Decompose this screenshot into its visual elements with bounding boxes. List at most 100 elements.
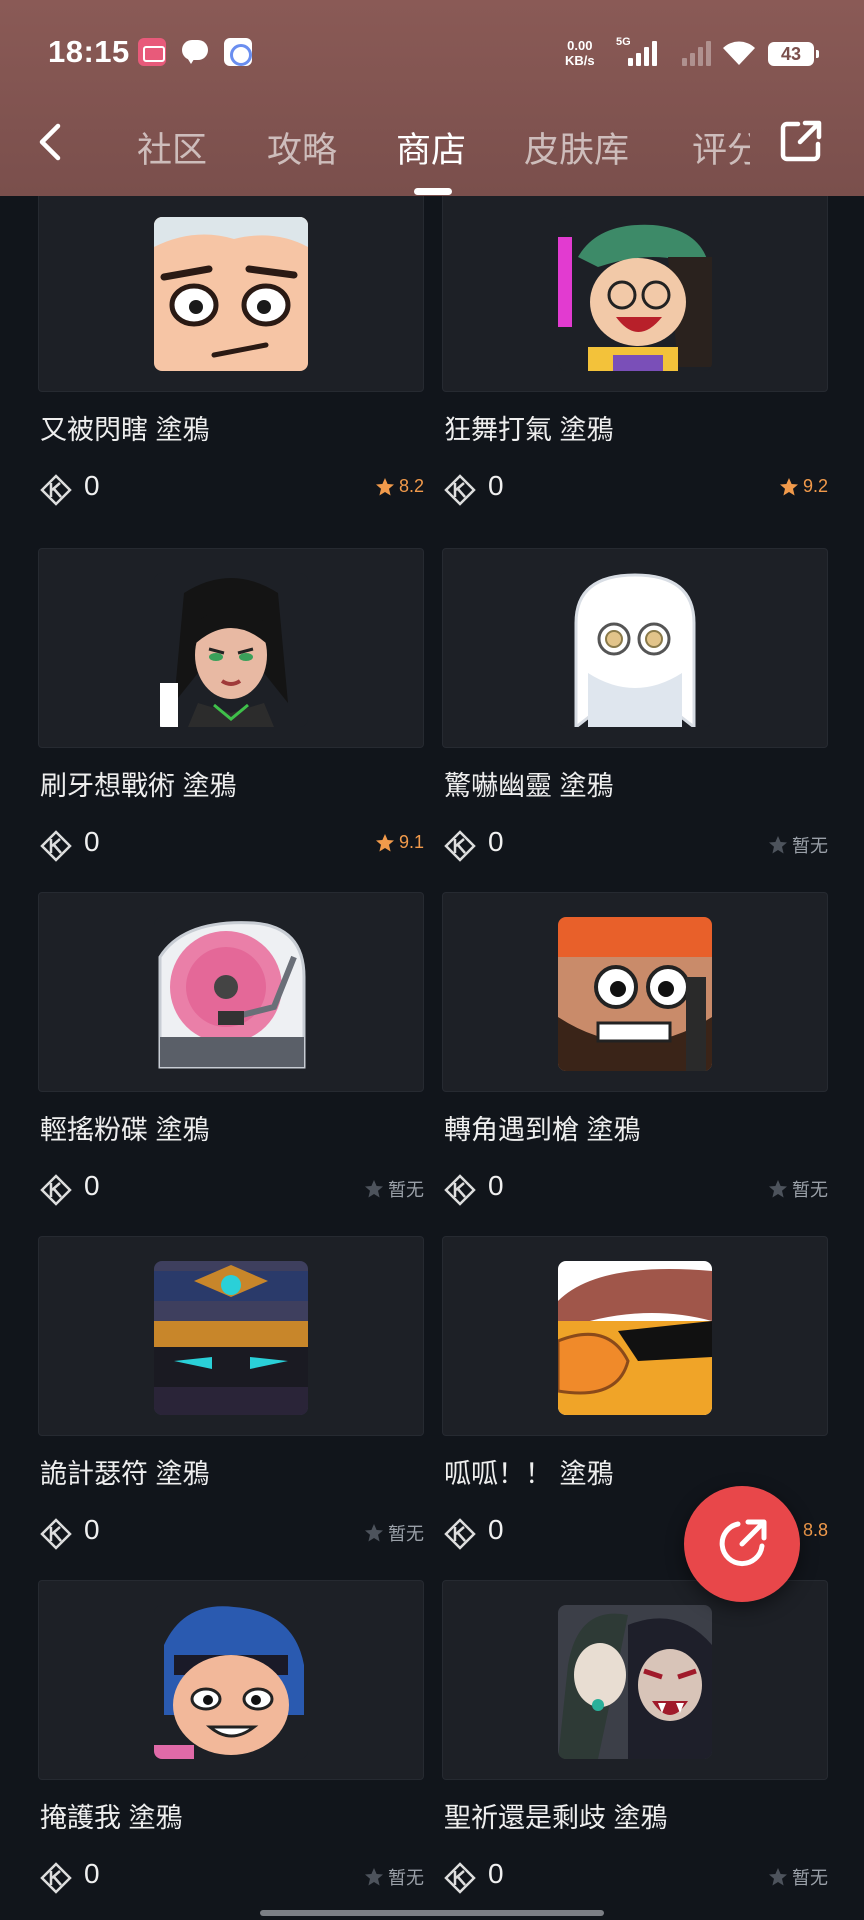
item-name: 驚嚇幽靈 塗鴉	[444, 771, 614, 801]
star-icon	[769, 1180, 787, 1198]
item-rating: 8.2	[375, 476, 424, 497]
item-rating: 暂无	[768, 1864, 828, 1890]
currency-icon	[444, 1518, 476, 1550]
star-icon	[375, 833, 394, 851]
item-thumbnail-frame	[38, 892, 424, 1092]
item-thumbnail-frame	[442, 1580, 828, 1780]
item-thumbnail-frame	[442, 548, 828, 748]
external-link-icon[interactable]	[778, 118, 824, 164]
currency-icon	[40, 474, 72, 506]
rating-value: 8.8	[802, 1520, 828, 1540]
spray-art-bearded	[558, 917, 712, 1071]
item-rating: 暂无	[768, 1176, 828, 1202]
item-thumbnail-frame	[442, 892, 828, 1092]
spray-art-viper	[154, 573, 308, 727]
rating-value: 暂无	[792, 836, 828, 856]
spray-art-ghost	[558, 573, 712, 727]
active-tab-indicator	[414, 188, 452, 195]
status-time: 18:15	[48, 34, 130, 69]
currency-icon	[444, 1862, 476, 1894]
rating-value: 暂无	[388, 1524, 424, 1544]
app-notification-icon	[224, 38, 252, 66]
app-header: 18:15 0.00 KB/s 5G 43 社区 攻略 商店 皮肤库 评分	[0, 0, 864, 196]
rating-value: 暂无	[792, 1180, 828, 1200]
item-name: 呱呱！！ 塗鴉	[444, 1459, 614, 1489]
share-arrow-icon	[719, 1519, 767, 1567]
item-thumbnail-frame	[38, 1236, 424, 1436]
rating-value: 9.1	[398, 832, 424, 852]
net-speed: 0.00 KB/s	[565, 38, 595, 68]
item-price: 0	[488, 1858, 504, 1889]
spray-art-flashed	[154, 217, 308, 371]
home-indicator[interactable]	[260, 1910, 604, 1916]
tab-community[interactable]: 社区	[137, 122, 207, 173]
item-price: 0	[488, 1514, 504, 1545]
spray-art-girl	[154, 1605, 308, 1759]
item-name: 掩護我 塗鴉	[40, 1803, 183, 1833]
rating-value: 暂无	[388, 1180, 424, 1200]
item-name: 又被閃瞎 塗鴉	[40, 415, 210, 445]
item-name: 詭計瑟符 塗鴉	[40, 1459, 210, 1489]
back-arrow-icon[interactable]	[30, 120, 74, 164]
item-price: 0	[488, 826, 504, 857]
signal-strength-icon	[628, 40, 657, 66]
item-name: 狂舞打氣 塗鴉	[444, 415, 614, 445]
item-rating: 暂无	[364, 1176, 424, 1202]
item-price: 0	[84, 470, 100, 501]
wifi-icon	[723, 41, 755, 65]
star-icon	[365, 1180, 383, 1198]
star-icon	[769, 1868, 787, 1886]
currency-icon	[40, 1862, 72, 1894]
currency-icon	[40, 1174, 72, 1206]
item-name: 輕搖粉碟 塗鴉	[40, 1115, 210, 1145]
item-thumbnail-frame	[442, 196, 828, 392]
item-price: 0	[84, 1170, 100, 1201]
item-price: 0	[488, 1170, 504, 1201]
item-name: 刷牙想戰術 塗鴉	[40, 771, 237, 801]
item-name: 轉角遇到槍 塗鴉	[444, 1115, 641, 1145]
tab-guides[interactable]: 攻略	[267, 122, 337, 173]
item-rating: 暂无	[364, 1520, 424, 1546]
battery-icon: 43	[768, 42, 819, 66]
status-bar: 18:15 0.00 KB/s 5G 43	[0, 0, 864, 100]
currency-icon	[444, 830, 476, 862]
currency-icon	[444, 474, 476, 506]
item-price: 0	[84, 826, 100, 857]
item-thumbnail-frame	[38, 548, 424, 748]
secondary-signal-icon	[682, 40, 711, 66]
tab-ratings[interactable]: 评分	[692, 122, 750, 173]
top-nav: 社区 攻略 商店 皮肤库 评分	[0, 100, 864, 196]
share-fab-button[interactable]	[684, 1486, 800, 1602]
item-rating: 暂无	[364, 1864, 424, 1890]
spray-art-dancer	[558, 217, 712, 371]
item-thumbnail-frame	[38, 196, 424, 392]
item-thumbnail-frame	[442, 1236, 828, 1436]
item-name: 聖祈還是剩歧 塗鴉	[444, 1803, 668, 1833]
tab-bar: 社区 攻略 商店 皮肤库 评分	[130, 100, 750, 196]
item-thumbnail-frame	[38, 1580, 424, 1780]
star-icon	[769, 836, 787, 854]
rating-value: 暂无	[388, 1868, 424, 1888]
spray-art-vampire	[558, 1605, 712, 1759]
rating-value: 8.2	[398, 476, 424, 496]
tab-store[interactable]: 商店	[396, 122, 466, 173]
currency-icon	[444, 1174, 476, 1206]
spray-art-turntable	[154, 917, 308, 1071]
item-rating: 9.2	[779, 476, 828, 497]
item-rating: 暂无	[768, 832, 828, 858]
store-item-grid: 又被閃瞎 塗鴉 0 8.2 狂舞打氣 塗鴉 0 9.2 刷牙想戰術 塗鴉 0 9…	[0, 196, 864, 1920]
spray-art-duck	[558, 1261, 712, 1415]
item-price: 0	[84, 1858, 100, 1889]
currency-icon	[40, 830, 72, 862]
rating-value: 暂无	[792, 1868, 828, 1888]
star-icon	[779, 477, 798, 495]
tab-skin-library[interactable]: 皮肤库	[524, 122, 629, 173]
currency-icon	[40, 1518, 72, 1550]
item-rating: 9.1	[375, 832, 424, 853]
rating-value: 9.2	[802, 476, 828, 496]
star-icon	[375, 477, 394, 495]
star-icon	[365, 1868, 383, 1886]
spray-art-robot	[154, 1261, 308, 1415]
star-icon	[365, 1524, 383, 1542]
bilibili-notification-icon	[138, 38, 166, 66]
